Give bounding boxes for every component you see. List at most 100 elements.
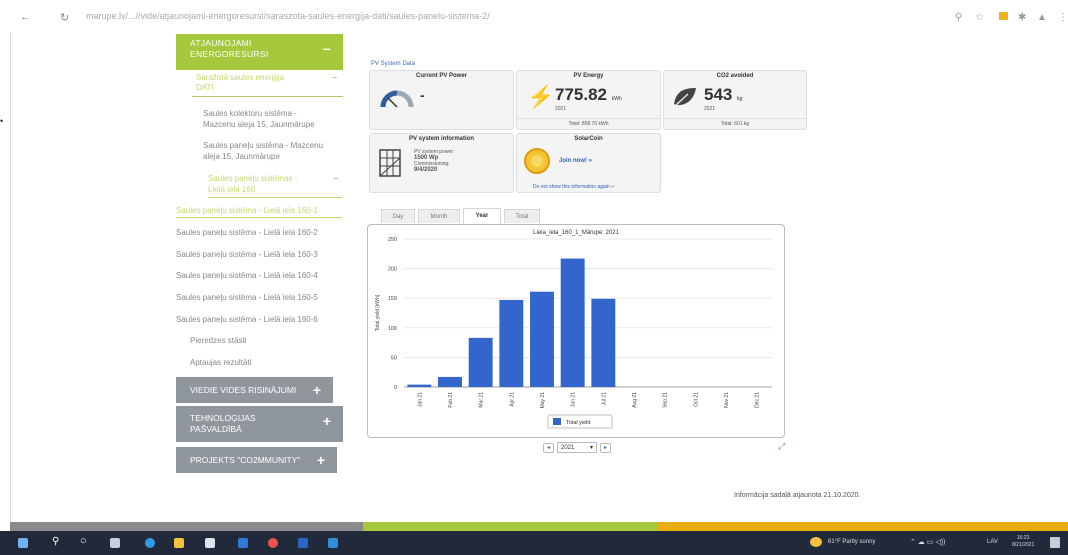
- menu-sarazota[interactable]: Saražotā saules enerģija DATI –: [192, 71, 343, 97]
- plus-icon: +: [312, 382, 321, 398]
- link-label: Saules paneļu sistēmas -: [208, 174, 298, 183]
- tab-month[interactable]: Month: [418, 209, 460, 223]
- commissioning-value: 9/4/2020: [414, 167, 438, 173]
- extension-icon[interactable]: [999, 12, 1008, 20]
- menu-atjaunojami[interactable]: ATJAUNOJAMI ENERGORESURSI –: [176, 34, 343, 70]
- link-level-3[interactable]: Saules paneļu sistēma - Lielā iela 160-3: [176, 250, 318, 259]
- co2-unit: kg: [737, 96, 743, 102]
- card-system-info: PV system information PV system power: 1…: [369, 133, 514, 193]
- tab-total[interactable]: Total: [504, 209, 540, 223]
- link-label: Saules paneļu sistēma - Mazcenu: [203, 141, 324, 150]
- tab-year[interactable]: Year: [463, 208, 501, 224]
- link-level-1[interactable]: Saules paneļu sistēma - Lielā iela 160-1: [176, 206, 342, 218]
- search-icon[interactable]: ⚲: [955, 12, 962, 23]
- link-level-5[interactable]: Saules paneļu sistēma - Lielā iela 160-5: [176, 293, 318, 302]
- profile-icon[interactable]: ▲: [1037, 12, 1047, 23]
- prev-year-button[interactable]: ◂: [543, 443, 554, 453]
- y-tick-label: 50: [391, 355, 397, 361]
- puzzle-icon[interactable]: ✱: [1018, 12, 1026, 23]
- search-icon[interactable]: ⚲: [52, 536, 59, 547]
- menu-label: PROJEKTS "CO2MMUNITY": [190, 455, 301, 465]
- chart-bar: [560, 258, 585, 387]
- language-indicator[interactable]: LAV: [987, 539, 998, 545]
- mail-icon[interactable]: [238, 538, 248, 548]
- yield-chart: Liela_iela_160_1_Mārupe: 2021 0 50 100 150 20…: [367, 224, 785, 438]
- menu-projekts[interactable]: PROJEKTS "CO2MMUNITY" +: [176, 447, 337, 473]
- card-title: PV system information: [408, 136, 474, 142]
- chrome-icon[interactable]: [268, 538, 278, 548]
- link-panelu-liela[interactable]: Saules paneļu sistēmas - Lielā iela 160 …: [208, 173, 342, 198]
- card-title: CO2 avoided: [716, 73, 754, 79]
- tab-day[interactable]: Day: [381, 209, 415, 223]
- weather-text[interactable]: 61°F Partly sunny: [828, 539, 875, 545]
- year-select[interactable]: 2021 ▾: [557, 442, 597, 453]
- hide-info-link[interactable]: Do not show this information again »: [533, 184, 614, 190]
- link-level-6[interactable]: Saules paneļu sistēma - Lielā iela 160-6: [176, 315, 318, 324]
- x-tick-label: Aug 21: [632, 392, 638, 408]
- next-year-button[interactable]: ▸: [600, 443, 611, 453]
- solarcoin-icon: [524, 148, 550, 174]
- card-title: Current PV Power: [415, 73, 467, 79]
- card-pv-energy: PV Energy ⚡ 775.82 kWh 2021 Total: 858.7…: [516, 70, 661, 130]
- x-tick-label: Apr 21: [509, 392, 515, 407]
- y-tick-label: 100: [388, 326, 397, 332]
- refresh-icon[interactable]: ↻: [60, 11, 69, 24]
- card-solarcoin: SolarCoin Join now! » Do not show this i…: [516, 133, 661, 193]
- weather-icon[interactable]: [810, 537, 822, 547]
- y-tick-label: 200: [388, 267, 397, 273]
- menu-viedie[interactable]: VIEDIE VIDES RISINĀJUMI +: [176, 377, 333, 403]
- link-level-2[interactable]: Saules paneļu sistēma - Lielā iela 160-2: [176, 228, 318, 237]
- legend-swatch: [553, 418, 561, 425]
- task-view-icon[interactable]: [110, 538, 120, 548]
- footer-stripe: [10, 522, 363, 531]
- link-aptaujas[interactable]: Aptaujas rezultāti: [190, 358, 251, 367]
- x-tick-label: Feb 21: [448, 392, 454, 408]
- address-bar[interactable]: marupe.lv/...//vide/atjaunojami-energore…: [86, 11, 556, 21]
- tray-icons[interactable]: ⌃ ☁ ▭ ◁)): [910, 538, 945, 546]
- clock[interactable]: 16:23 8/21/2021: [1012, 535, 1034, 549]
- x-tick-label: Jul 21: [601, 392, 607, 406]
- word-icon[interactable]: [298, 538, 308, 548]
- cortana-icon[interactable]: ○: [80, 535, 87, 547]
- x-tick-label: Nov 21: [724, 392, 730, 408]
- edge-icon[interactable]: [145, 538, 155, 548]
- x-tick-label: Dec 21: [755, 392, 761, 408]
- star-icon[interactable]: ☆: [975, 12, 984, 23]
- file-explorer-icon[interactable]: [174, 538, 184, 548]
- gauge-icon: [380, 90, 414, 108]
- footer-stripe: [363, 522, 658, 531]
- notifications-icon[interactable]: [1050, 537, 1060, 548]
- pv-section-title: PV System Data: [371, 61, 416, 67]
- solar-panel-icon: [379, 149, 401, 177]
- energy-unit: kWh: [611, 96, 622, 102]
- chart-bar: [438, 376, 462, 387]
- clock-time: 16:23: [1016, 535, 1030, 541]
- x-tick-label: May 21: [540, 392, 546, 409]
- y-tick-label: 0: [394, 385, 397, 391]
- legend-label: Total yield: [566, 420, 590, 426]
- store-icon[interactable]: [205, 538, 215, 548]
- link-label: aleja 15, Jaunmārupe: [203, 152, 280, 161]
- cursor-icon: •: [0, 116, 4, 126]
- back-icon[interactable]: ←: [20, 11, 31, 23]
- link-pieredzes[interactable]: Pieredzes stāsti: [190, 336, 246, 345]
- link-level-4[interactable]: Saules paneļu sistēma - Lielā iela 160-4: [176, 271, 318, 280]
- expand-icon[interactable]: ⤢: [778, 441, 785, 452]
- plus-icon: +: [316, 452, 325, 468]
- link-panelu-mazcenu[interactable]: Saules paneļu sistēma - Mazcenu aleja 15…: [203, 140, 343, 162]
- outlook-icon[interactable]: [328, 538, 338, 548]
- menu-label: PAŠVALDĪBĀ: [190, 424, 242, 434]
- menu-icon[interactable]: ⋮: [1058, 12, 1068, 23]
- taskbar: ⚲ ○ 61°F Partly sunny ⌃ ☁ ▭ ◁)) LAV 16:2…: [0, 531, 1068, 555]
- card-title: PV Energy: [573, 73, 604, 79]
- chart-bar: [407, 384, 432, 387]
- current-power-value: -: [420, 87, 425, 103]
- x-tick-label: Jun 21: [571, 392, 577, 407]
- join-now-link[interactable]: Join now! »: [559, 158, 592, 164]
- menu-tehnologijas[interactable]: TEHNOLOĢIJAS PAŠVALDĪBĀ +: [176, 406, 343, 442]
- chevron-down-icon: ▾: [589, 445, 593, 451]
- energy-total: Total: 858.70 kWh: [517, 118, 660, 129]
- windows-start-icon[interactable]: [18, 538, 28, 548]
- link-label: Mazcenu aleja 15, Jaunmārupe: [203, 120, 315, 129]
- link-kolektoru[interactable]: Saules kolektoru sistēma - Mazcenu aleja…: [203, 108, 343, 130]
